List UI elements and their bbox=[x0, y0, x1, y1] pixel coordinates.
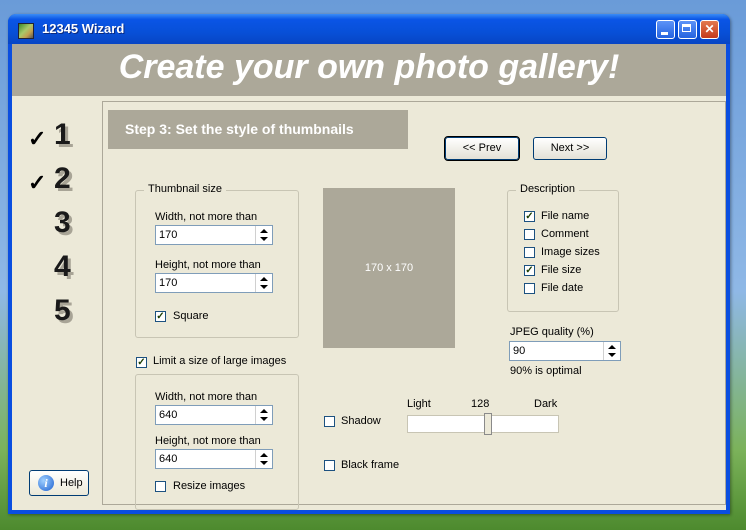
prev-button[interactable]: << Prev bbox=[444, 136, 520, 161]
help-label: Help bbox=[60, 477, 83, 489]
step-number: 1 bbox=[54, 118, 71, 151]
shadow-checkbox[interactable] bbox=[324, 416, 335, 427]
thumbnail-size-group: Thumbnail size Width, not more than 170 … bbox=[135, 183, 299, 338]
limit-height-value: 640 bbox=[159, 453, 178, 465]
step-4: 4 bbox=[28, 250, 98, 290]
thumb-height-spinner[interactable]: 170 bbox=[155, 273, 273, 293]
step-3: 3 bbox=[28, 206, 98, 246]
limit-height-label: Height, not more than bbox=[155, 435, 261, 447]
step-1: ✓ 1 bbox=[28, 118, 98, 158]
step-number: 4 bbox=[54, 250, 71, 283]
comment-label: Comment bbox=[541, 228, 589, 240]
file-name-label: File name bbox=[541, 210, 590, 222]
spinner-arrows[interactable] bbox=[603, 342, 620, 360]
file-name-checkbox[interactable]: ✓ bbox=[524, 211, 535, 222]
square-checkbox[interactable]: ✓ bbox=[155, 311, 166, 322]
preview-size-text: 170 x 170 bbox=[364, 262, 414, 274]
step-number: 2 bbox=[54, 162, 71, 195]
description-title: Description bbox=[516, 183, 580, 195]
thumbnail-size-title: Thumbnail size bbox=[144, 183, 226, 195]
close-button[interactable]: ✕ bbox=[700, 20, 719, 39]
step-header-text: Step 3: Set the style of thumbnails bbox=[125, 121, 354, 137]
up-arrow-icon[interactable] bbox=[260, 277, 268, 281]
next-button[interactable]: Next >> bbox=[533, 137, 607, 160]
jpeg-quality-value: 90 bbox=[513, 345, 526, 357]
limit-size-checkbox[interactable]: ✓ bbox=[136, 357, 147, 368]
info-icon: i bbox=[38, 475, 54, 491]
image-sizes-label: Image sizes bbox=[541, 246, 600, 258]
limit-size-group: Width, not more than 640 Height, not mor… bbox=[135, 374, 299, 510]
down-arrow-icon[interactable] bbox=[260, 461, 268, 465]
up-arrow-icon[interactable] bbox=[260, 409, 268, 413]
minimize-button[interactable] bbox=[656, 20, 675, 39]
black-frame-checkbox[interactable] bbox=[324, 460, 335, 471]
banner: Create your own photo gallery! bbox=[12, 44, 726, 96]
file-size-checkbox[interactable]: ✓ bbox=[524, 265, 535, 276]
step-header: Step 3: Set the style of thumbnails bbox=[108, 110, 408, 149]
limit-width-label: Width, not more than bbox=[155, 391, 258, 403]
thumb-width-spinner[interactable]: 170 bbox=[155, 225, 273, 245]
thumb-width-label: Width, not more than bbox=[155, 211, 258, 223]
up-arrow-icon[interactable] bbox=[260, 229, 268, 233]
resize-images-checkbox[interactable] bbox=[155, 481, 166, 492]
square-label: Square bbox=[173, 310, 209, 322]
wizard-window: 12345 Wizard ✕ Create your own photo gal… bbox=[8, 14, 730, 514]
title-bar[interactable]: 12345 Wizard ✕ bbox=[8, 14, 730, 44]
spinner-arrows[interactable] bbox=[255, 274, 272, 292]
limit-size-label: Limit a size of large images bbox=[153, 355, 287, 367]
shadow-label: Shadow bbox=[341, 415, 381, 427]
limit-width-spinner[interactable]: 640 bbox=[155, 405, 273, 425]
wizard-client: Create your own photo gallery! ✓ 1 ✓ 2 3… bbox=[12, 44, 726, 510]
banner-title: Create your own photo gallery! bbox=[118, 48, 620, 86]
maximize-button[interactable] bbox=[678, 20, 697, 39]
thumb-width-value: 170 bbox=[159, 229, 178, 241]
down-arrow-icon[interactable] bbox=[260, 417, 268, 421]
down-arrow-icon[interactable] bbox=[260, 237, 268, 241]
light-label: Light bbox=[407, 398, 431, 410]
thumb-height-label: Height, not more than bbox=[155, 259, 261, 271]
file-size-label: File size bbox=[541, 264, 582, 276]
up-arrow-icon[interactable] bbox=[608, 345, 616, 349]
thumb-height-value: 170 bbox=[159, 277, 178, 289]
help-button[interactable]: i Help bbox=[29, 470, 89, 496]
check-icon: ✓ bbox=[28, 170, 47, 195]
black-frame-label: Black frame bbox=[341, 459, 400, 471]
step-number: 3 bbox=[54, 206, 71, 239]
resize-images-label: Resize images bbox=[173, 480, 246, 492]
file-date-label: File date bbox=[541, 282, 584, 294]
down-arrow-icon[interactable] bbox=[608, 353, 616, 357]
file-date-checkbox[interactable] bbox=[524, 283, 535, 294]
spinner-arrows[interactable] bbox=[255, 226, 272, 244]
image-sizes-checkbox[interactable] bbox=[524, 247, 535, 258]
check-icon: ✓ bbox=[28, 126, 47, 151]
shadow-value: 128 bbox=[471, 398, 490, 410]
window-title: 12345 Wizard bbox=[42, 21, 125, 36]
app-icon bbox=[18, 23, 34, 39]
description-group: Description ✓ File name Comment Image si… bbox=[507, 183, 619, 312]
step-number: 5 bbox=[54, 294, 71, 327]
spinner-arrows[interactable] bbox=[255, 450, 272, 468]
dark-label: Dark bbox=[534, 398, 558, 410]
jpeg-quality-hint: 90% is optimal bbox=[510, 365, 582, 377]
step-2: ✓ 2 bbox=[28, 162, 98, 202]
jpeg-quality-label: JPEG quality (%) bbox=[510, 326, 594, 338]
down-arrow-icon[interactable] bbox=[260, 285, 268, 289]
comment-checkbox[interactable] bbox=[524, 229, 535, 240]
up-arrow-icon[interactable] bbox=[260, 453, 268, 457]
slider-thumb[interactable] bbox=[484, 413, 492, 435]
shadow-slider[interactable] bbox=[407, 413, 559, 435]
thumbnail-preview: 170 x 170 bbox=[323, 188, 455, 348]
spinner-arrows[interactable] bbox=[255, 406, 272, 424]
limit-height-spinner[interactable]: 640 bbox=[155, 449, 273, 469]
limit-width-value: 640 bbox=[159, 409, 178, 421]
step-5: 5 bbox=[28, 294, 98, 334]
jpeg-quality-spinner[interactable]: 90 bbox=[509, 341, 621, 361]
